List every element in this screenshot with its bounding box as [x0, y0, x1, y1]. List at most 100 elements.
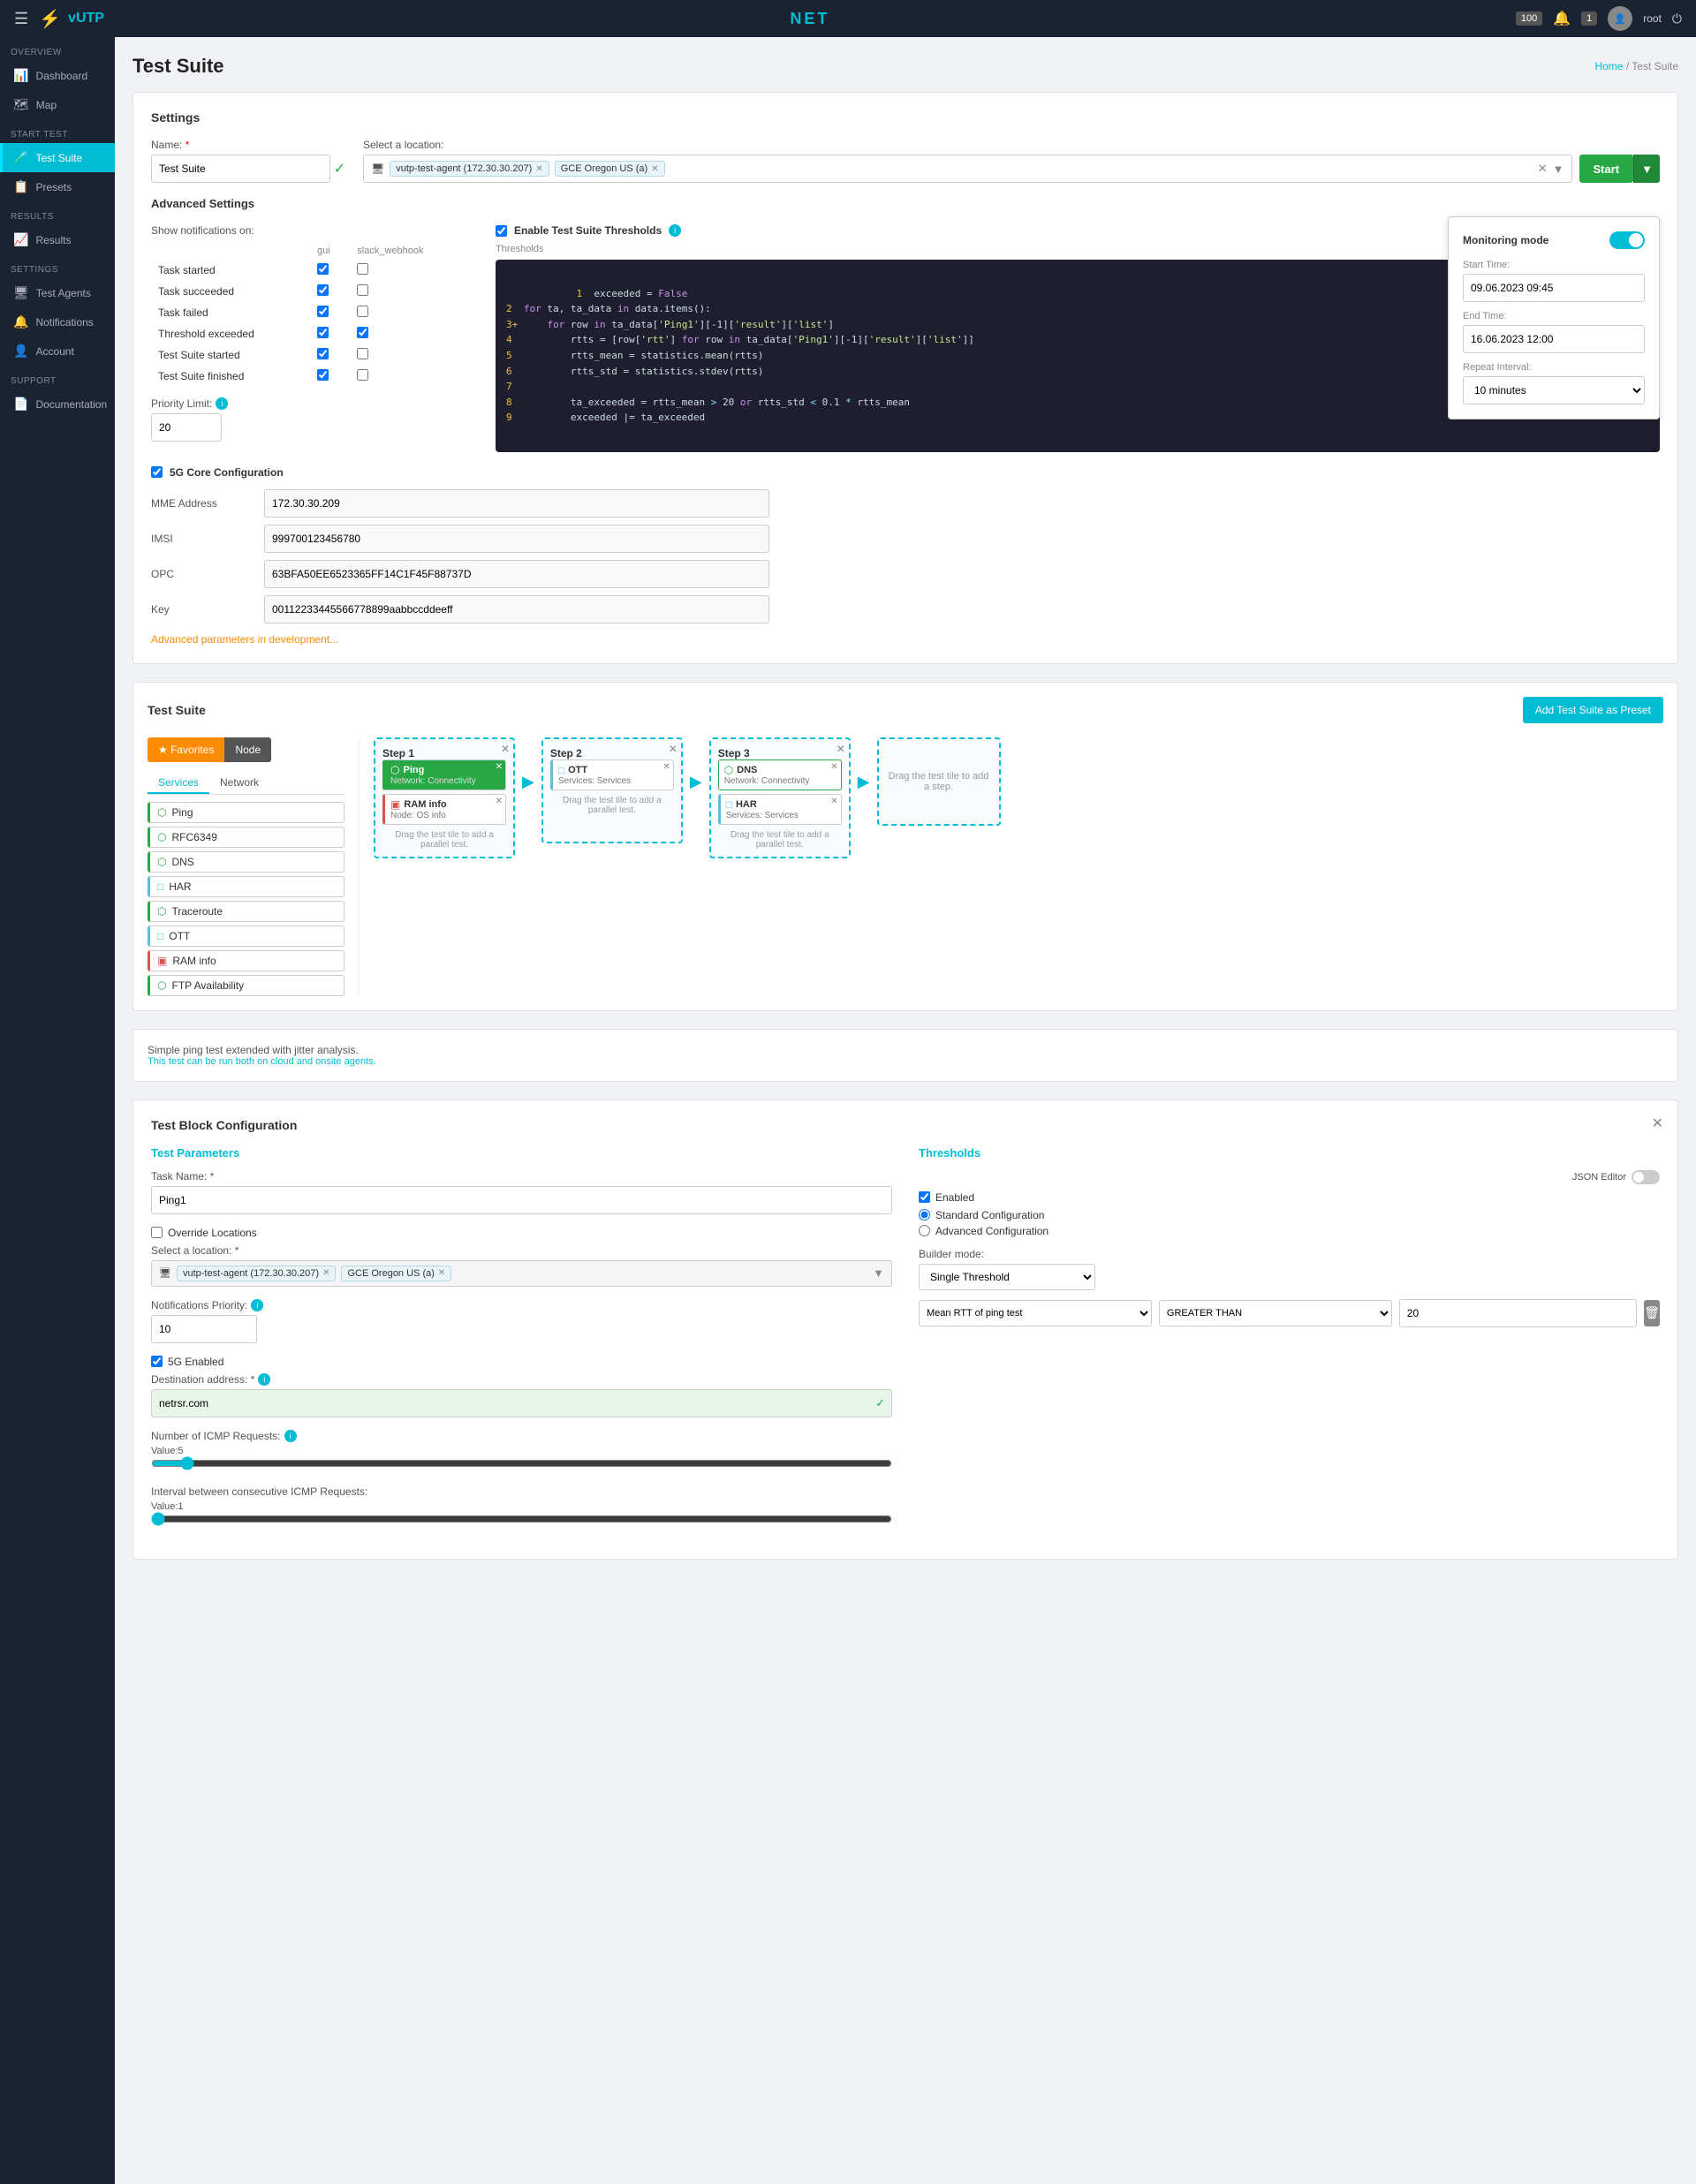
ott-block[interactable]: ✕ □ OTT Services: Services [550, 759, 674, 790]
har-block[interactable]: ✕ □ HAR Services: Services [718, 794, 842, 825]
sidebar-item-test-suite[interactable]: 🧪 Test Suite [0, 143, 115, 172]
notif-gui-checkbox[interactable] [317, 263, 329, 275]
advanced-config-radio[interactable] [919, 1225, 930, 1236]
tbc-remove-agent[interactable]: ✕ [322, 1268, 329, 1278]
agent-icon: 🖥 [371, 162, 384, 175]
destination-input[interactable] [151, 1389, 892, 1417]
tile-dns[interactable]: ⬡ DNS [148, 851, 344, 873]
name-input[interactable] [151, 155, 330, 183]
start-time-input[interactable] [1463, 274, 1645, 302]
notif-gui-checkbox[interactable] [317, 369, 329, 381]
sidebar-item-test-agents[interactable]: 🖥 Test Agents [0, 278, 115, 307]
notif-slack-checkbox[interactable] [357, 306, 368, 317]
notif-slack-checkbox[interactable] [357, 327, 368, 338]
notif-gui-checkbox[interactable] [317, 284, 329, 296]
dropdown-arrow-icon[interactable]: ▼ [1553, 162, 1564, 176]
task-name-input[interactable] [151, 1186, 892, 1214]
mme-input[interactable] [264, 489, 769, 518]
notif-gui-checkbox[interactable] [317, 306, 329, 317]
sidebar-section-settings: SETTINGS [0, 254, 115, 278]
dns-block-sub: Network: Connectivity [724, 776, 836, 786]
opc-input[interactable] [264, 560, 769, 588]
advanced-dev-anchor[interactable]: Advanced parameters in development... [151, 633, 338, 646]
tbc-dropdown-icon[interactable]: ▼ [873, 1266, 884, 1280]
step-3-close[interactable]: ✕ [837, 743, 845, 755]
monitoring-mode-toggle[interactable] [1609, 231, 1645, 249]
imsi-input[interactable] [264, 525, 769, 553]
ram-block-close[interactable]: ✕ [496, 797, 503, 806]
5g-config-checkbox[interactable] [151, 466, 163, 478]
tile-ping[interactable]: ⬡ Ping [148, 802, 344, 823]
threshold-value-input[interactable] [1399, 1299, 1637, 1327]
tbc-close-button[interactable]: ✕ [1652, 1115, 1663, 1132]
repeat-interval-select[interactable]: 10 minutes 30 minutes 1 hour [1463, 376, 1645, 404]
standard-config-radio[interactable] [919, 1209, 930, 1220]
remove-gce-tag[interactable]: ✕ [651, 164, 658, 174]
ram-block[interactable]: ✕ ▣ RAM info Node: OS info [382, 794, 506, 825]
sidebar-item-documentation[interactable]: 📄 Documentation [0, 389, 115, 419]
name-field-col: Name: * ✓ [151, 139, 345, 183]
notification-bell[interactable]: 🔔 [1553, 10, 1571, 27]
tab-services[interactable]: Services [148, 773, 209, 794]
priority-input[interactable] [151, 413, 222, 442]
step-2-close[interactable]: ✕ [669, 743, 678, 755]
add-preset-button[interactable]: Add Test Suite as Preset [1523, 697, 1663, 723]
notif-gui-checkbox[interactable] [317, 348, 329, 359]
start-button[interactable]: Start [1579, 155, 1634, 183]
tile-rfc6349[interactable]: ⬡ RFC6349 [148, 827, 344, 848]
hamburger-button[interactable]: ☰ [14, 10, 28, 28]
5g-enabled-checkbox[interactable] [151, 1356, 163, 1367]
sidebar-item-dashboard[interactable]: 📊 Dashboard [0, 61, 115, 90]
tile-traceroute[interactable]: ⬡ Traceroute [148, 901, 344, 922]
notif-slack-checkbox[interactable] [357, 263, 368, 275]
sidebar-item-map[interactable]: 🗺 Map [0, 90, 115, 119]
sidebar-item-results[interactable]: 📈 Results [0, 225, 115, 254]
node-button[interactable]: Node [224, 737, 271, 762]
notif-slack-checkbox[interactable] [357, 348, 368, 359]
threshold-info-icon: i [669, 224, 681, 237]
step-1-close[interactable]: ✕ [501, 743, 510, 755]
threshold-enabled-checkbox[interactable] [919, 1191, 930, 1203]
har-block-close[interactable]: ✕ [830, 797, 837, 806]
icmp-interval-slider[interactable] [151, 1512, 892, 1526]
json-editor-toggle-switch[interactable] [1632, 1170, 1660, 1184]
breadcrumb-home[interactable]: Home [1594, 60, 1623, 72]
start-dropdown-button[interactable]: ▼ [1633, 155, 1660, 183]
delete-threshold-button[interactable]: 🗑 [1644, 1300, 1660, 1326]
clear-locations-icon[interactable]: ✕ [1538, 162, 1548, 176]
override-locations-checkbox[interactable] [151, 1227, 163, 1238]
tab-network[interactable]: Network [209, 773, 269, 794]
enable-thresholds-checkbox[interactable] [496, 225, 507, 237]
remove-agent-tag[interactable]: ✕ [535, 164, 542, 174]
tile-har[interactable]: □ HAR [148, 876, 344, 897]
end-time-input[interactable] [1463, 325, 1645, 353]
ftp-tile-icon: ⬡ [157, 979, 166, 992]
dns-block[interactable]: ✕ ⬡ DNS Network: Connectivity [718, 759, 842, 790]
power-icon[interactable]: ⏻ [1672, 11, 1682, 26]
ott-block-close[interactable]: ✕ [662, 762, 670, 772]
ping-info-link[interactable]: This test can be run both on cloud and o… [148, 1056, 1663, 1067]
tile-ram-info[interactable]: ▣ RAM info [148, 950, 344, 971]
sidebar-item-presets[interactable]: 📋 Presets [0, 172, 115, 201]
metric-select[interactable]: Mean RTT of ping test [919, 1300, 1152, 1326]
user-avatar[interactable]: 👤 [1608, 6, 1632, 31]
operator-select[interactable]: GREATER THAN LESS THAN EQUAL TO [1159, 1300, 1392, 1326]
key-input[interactable] [264, 595, 769, 623]
sidebar-item-notifications[interactable]: 🔔 Notifications [0, 307, 115, 336]
notif-gui-checkbox[interactable] [317, 327, 329, 338]
notif-slack-checkbox[interactable] [357, 284, 368, 296]
builder-mode-select[interactable]: Single Threshold Multiple Thresholds [919, 1264, 1095, 1290]
icmp-requests-slider[interactable] [151, 1456, 892, 1470]
dns-block-close[interactable]: ✕ [830, 762, 837, 772]
ping-block-close[interactable]: ✕ [496, 762, 503, 772]
empty-step[interactable]: Drag the test tile to add a step. [877, 737, 1001, 826]
ram-block-name: RAM info [404, 799, 446, 810]
notif-slack-checkbox[interactable] [357, 369, 368, 381]
ping-block[interactable]: ✕ ⬡ Ping Network: Connectivity [382, 759, 506, 790]
sidebar-item-account[interactable]: 👤 Account [0, 336, 115, 366]
tbc-remove-gce[interactable]: ✕ [438, 1268, 445, 1278]
tile-ott[interactable]: □ OTT [148, 926, 344, 947]
notif-priority-input[interactable] [151, 1315, 257, 1343]
tile-ftp[interactable]: ⬡ FTP Availability [148, 975, 344, 996]
favorites-button[interactable]: ★ Favorites [148, 737, 224, 762]
